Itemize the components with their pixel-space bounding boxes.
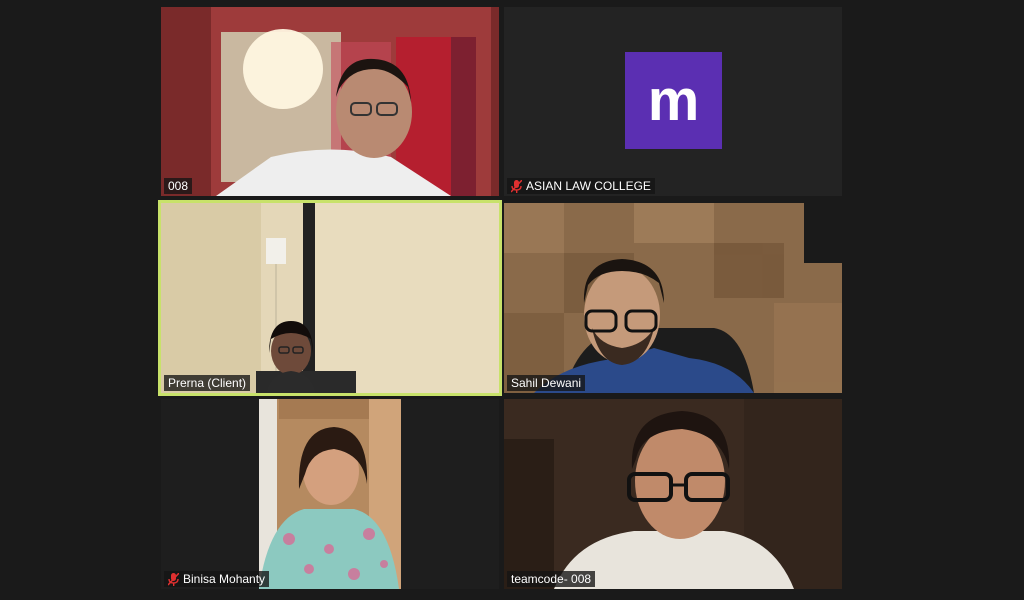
participant-name-tag: Binisa Mohanty	[164, 571, 270, 587]
participant-name: teamcode- 008	[511, 572, 592, 586]
participant-name: Sahil Dewani	[511, 376, 582, 390]
participant-name: Prerna (Client)	[168, 376, 247, 390]
avatar-letter: m	[647, 68, 700, 133]
video-tile-prerna-client[interactable]: Prerna (Client)	[158, 200, 502, 396]
participant-name: 008	[168, 179, 189, 193]
video-tile-sahil-dewani[interactable]: Sahil Dewani	[504, 203, 842, 393]
participant-name-tag: ASIAN LAW COLLEGE	[507, 178, 655, 194]
video-tile-binisa-mohanty[interactable]: Binisa Mohanty	[161, 399, 499, 589]
participant-name-tag: teamcode- 008	[507, 571, 596, 587]
mic-muted-icon	[511, 179, 522, 193]
mic-muted-icon	[168, 572, 179, 586]
participant-name-tag: 008	[164, 178, 193, 194]
participant-video	[504, 399, 842, 589]
participant-video	[161, 399, 499, 589]
participant-video	[161, 203, 499, 393]
participant-name: ASIAN LAW COLLEGE	[526, 179, 651, 193]
participant-name: Binisa Mohanty	[183, 572, 266, 586]
participant-video	[161, 7, 499, 196]
participant-avatar: m	[625, 52, 722, 149]
video-tile-teamcode-008[interactable]: teamcode- 008	[504, 399, 842, 589]
participant-video	[504, 203, 842, 393]
video-tile-asian-law-college[interactable]: m ASIAN LAW COLLEGE	[504, 7, 842, 196]
video-tile-008[interactable]: 008	[161, 7, 499, 196]
participant-name-tag: Prerna (Client)	[164, 375, 251, 391]
participant-name-tag: Sahil Dewani	[507, 375, 586, 391]
